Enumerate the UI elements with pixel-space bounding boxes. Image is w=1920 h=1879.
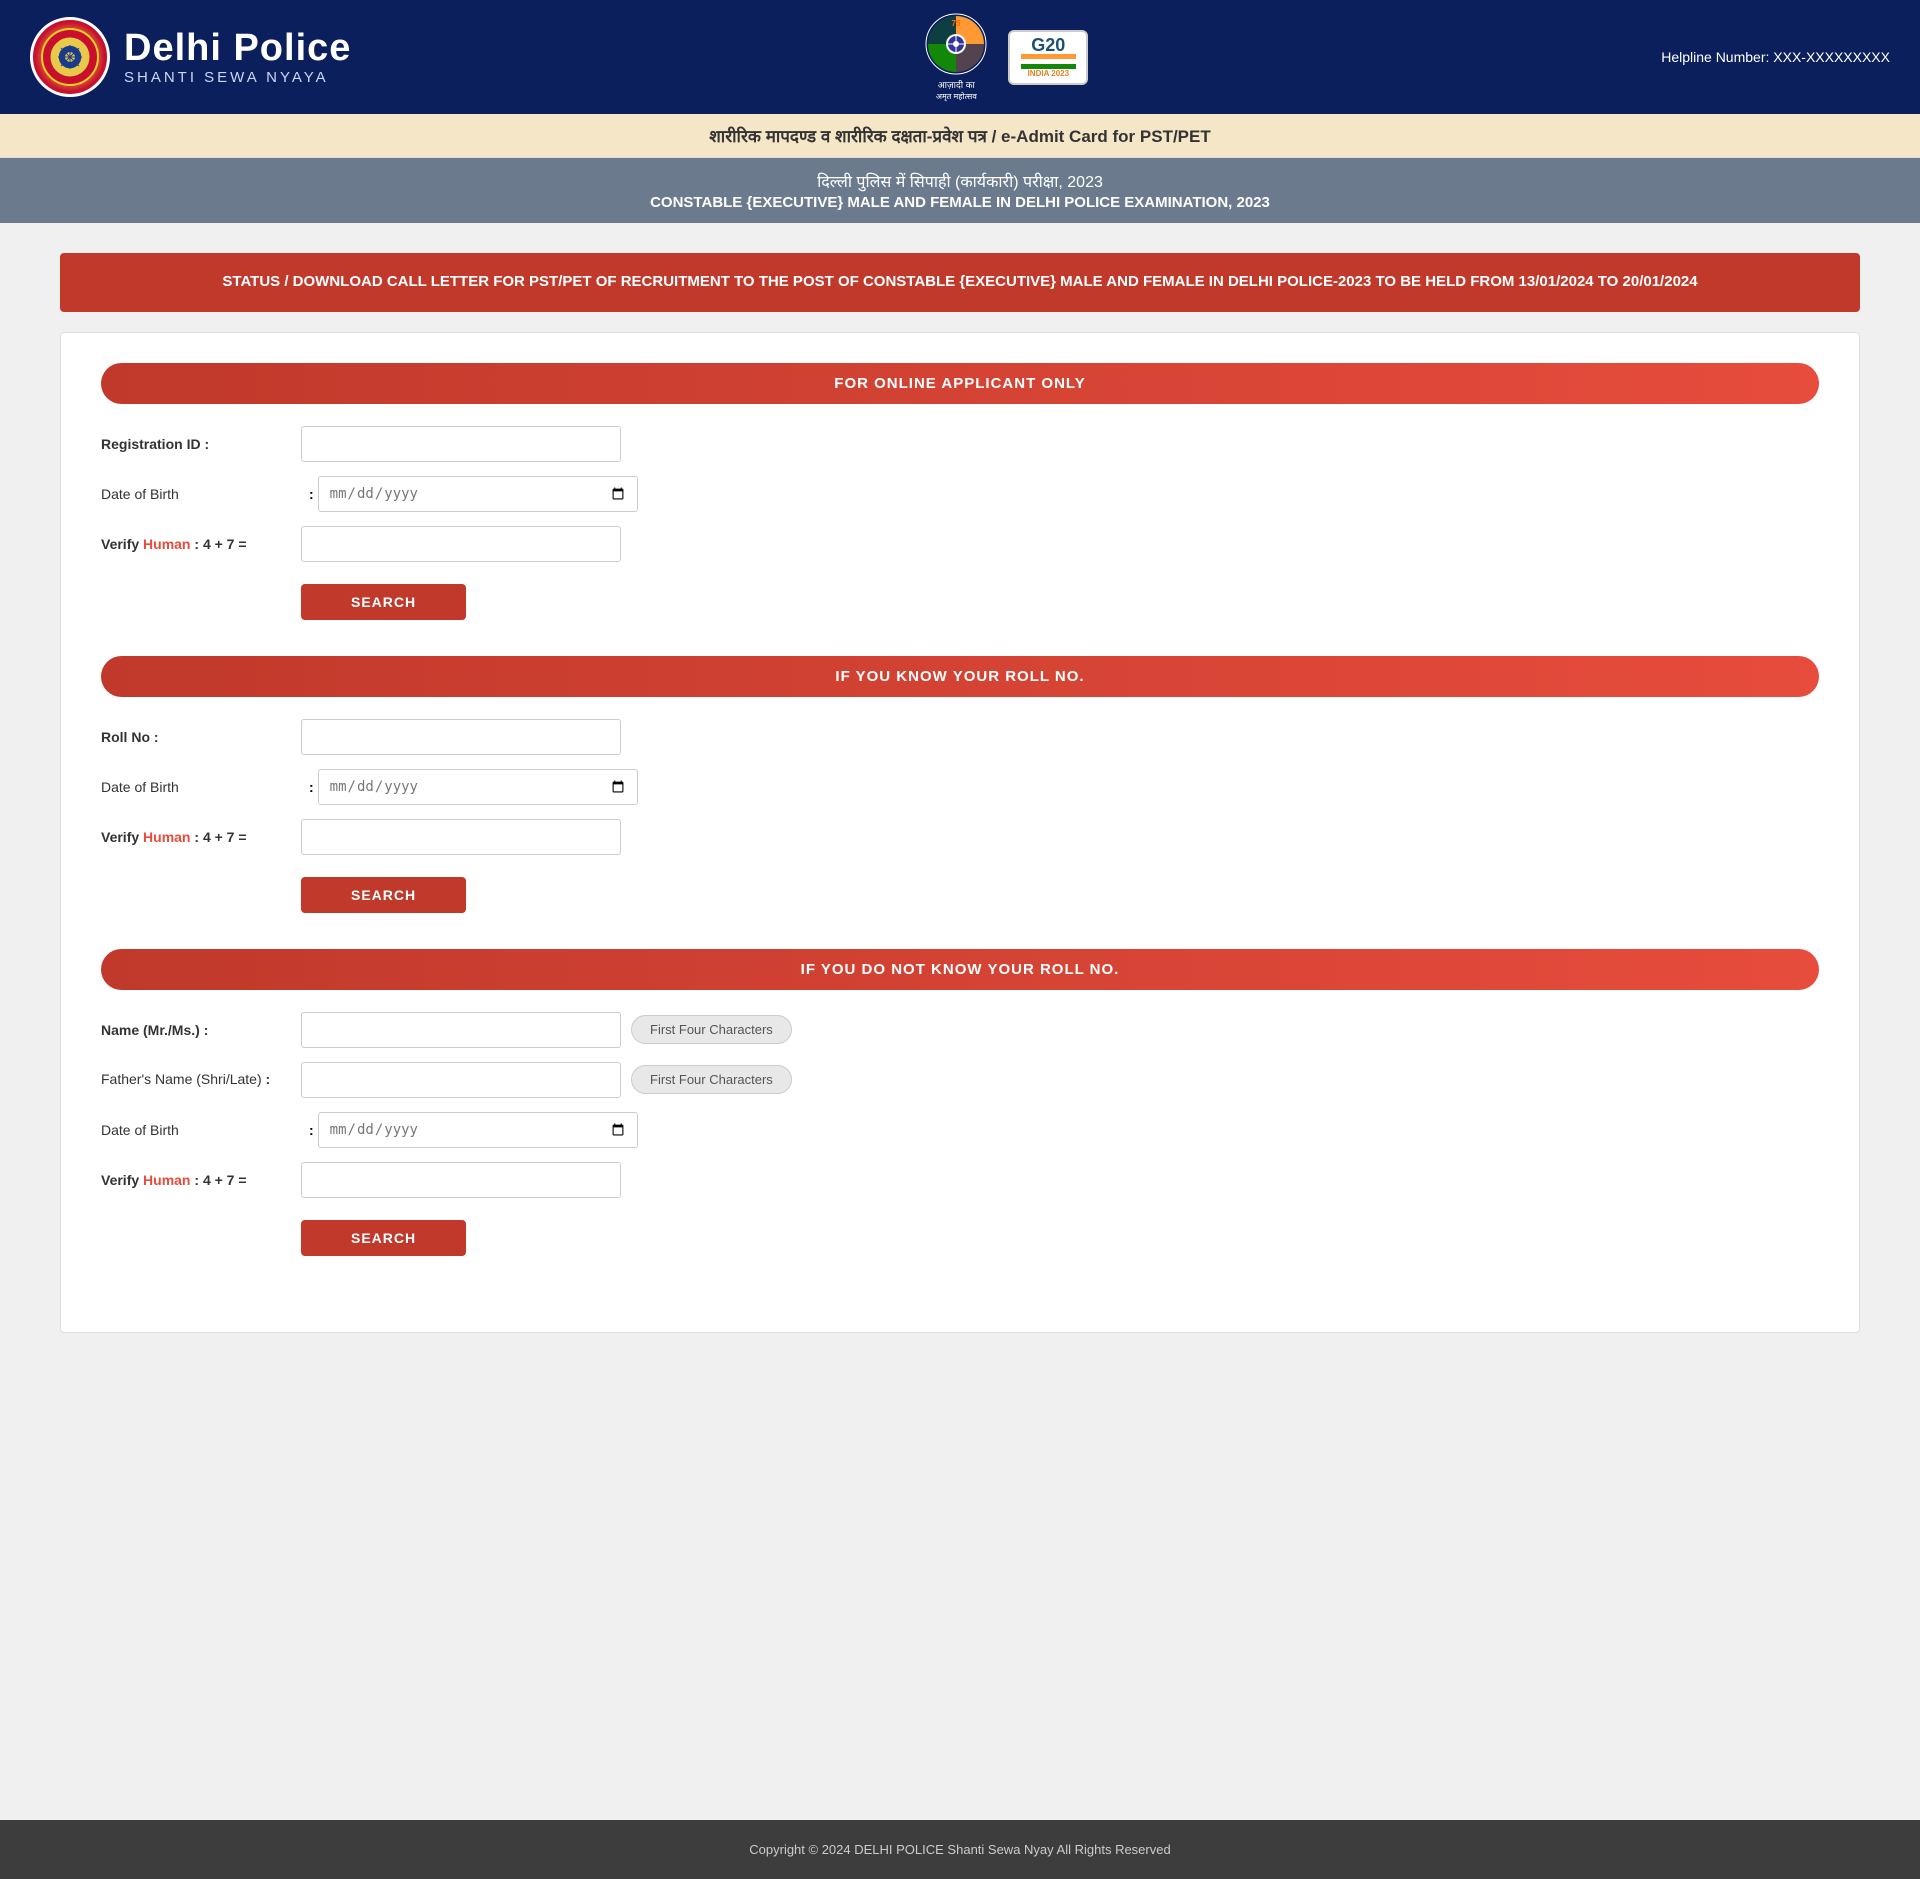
svg-text:75: 75 xyxy=(952,19,961,28)
alert-banner: STATUS / DOWNLOAD CALL LETTER FOR PST/PE… xyxy=(60,253,1860,312)
alert-text: STATUS / DOWNLOAD CALL LETTER FOR PST/PE… xyxy=(222,273,1697,290)
verify-human-group-3: Verify Human : 4 + 7 = xyxy=(101,1162,1819,1198)
registration-id-input[interactable] xyxy=(301,426,621,462)
g20-india-label: INDIA 2023 xyxy=(1028,69,1070,78)
dob-input-1[interactable] xyxy=(318,476,638,512)
search-button-3[interactable]: SEARCH xyxy=(301,1220,466,1256)
dob-label-1: Date of Birth xyxy=(101,486,301,502)
search-btn-wrapper-3: SEARCH xyxy=(101,1212,1819,1256)
verify-human-label-2: Verify Human : 4 + 7 = xyxy=(101,829,301,845)
dob-label-3: Date of Birth xyxy=(101,1122,301,1138)
verify-human-group-1: Verify Human : 4 + 7 = xyxy=(101,526,1819,562)
main-content: STATUS / DOWNLOAD CALL LETTER FOR PST/PE… xyxy=(0,223,1920,1820)
fathers-name-input[interactable] xyxy=(301,1062,621,1098)
roll-no-label: Roll No : xyxy=(101,729,301,745)
first-four-button-father[interactable]: First Four Characters xyxy=(631,1065,792,1094)
search-btn-wrapper-2: SEARCH xyxy=(101,869,1819,913)
name-group: Name (Mr./Ms.) : First Four Characters xyxy=(101,1012,1819,1048)
header-center-badges: 75 आज़ादी का अमृत महोत्सव G20 INDIA 2023 xyxy=(924,12,1088,102)
verify-input-3[interactable] xyxy=(301,1162,621,1198)
search-button-1[interactable]: SEARCH xyxy=(301,584,466,620)
registration-id-group: Registration ID : xyxy=(101,426,1819,462)
section-roll-no: IF YOU KNOW YOUR ROLL NO. Roll No : Date… xyxy=(101,656,1819,913)
delhi-police-logo xyxy=(30,17,110,97)
dob-group-1: Date of Birth : xyxy=(101,476,1819,512)
fathers-name-input-wrapper: First Four Characters xyxy=(301,1062,792,1098)
exam-title-english: CONSTABLE {EXECUTIVE} MALE AND FEMALE IN… xyxy=(20,194,1900,211)
dob-group-2: Date of Birth : xyxy=(101,769,1819,805)
verify-human-label-3: Verify Human : 4 + 7 = xyxy=(101,1172,301,1188)
search-btn-wrapper-1: SEARCH xyxy=(101,576,1819,620)
logo-emblem xyxy=(35,22,105,92)
dob-input-3[interactable] xyxy=(318,1112,638,1148)
helpline-text: Helpline Number: XXX-XXXXXXXXX xyxy=(1661,49,1890,65)
fathers-name-label: Father's Name (Shri/Late) : xyxy=(101,1070,301,1088)
footer-text: Copyright © 2024 DELHI POLICE Shanti Sew… xyxy=(749,1842,1170,1857)
registration-id-label: Registration ID : xyxy=(101,436,301,452)
azadi-line2: अमृत महोत्सव xyxy=(936,91,977,102)
roll-no-input[interactable] xyxy=(301,719,621,755)
header-title-block: Delhi Police SHANTI SEWA NYAYA xyxy=(124,28,351,87)
name-input-wrapper: First Four Characters xyxy=(301,1012,792,1048)
roll-no-group: Roll No : xyxy=(101,719,1819,755)
verify-input-1[interactable] xyxy=(301,526,621,562)
org-name: Delhi Police xyxy=(124,28,351,70)
dob-input-2[interactable] xyxy=(318,769,638,805)
section2-header: IF YOU KNOW YOUR ROLL NO. xyxy=(101,656,1819,697)
azadi-icon: 75 xyxy=(924,12,988,76)
dob-label-2: Date of Birth xyxy=(101,779,301,795)
section-no-roll-no: IF YOU DO NOT KNOW YOUR ROLL NO. Name (M… xyxy=(101,949,1819,1256)
form-card: FOR ONLINE APPLICANT ONLY Registration I… xyxy=(60,332,1860,1333)
exam-title-hindi: दिल्ली पुलिस में सिपाही (कार्यकारी) परीक… xyxy=(20,170,1900,192)
dob-group-3: Date of Birth : xyxy=(101,1112,1819,1148)
helpline-info: Helpline Number: XXX-XXXXXXXXX xyxy=(1661,49,1890,65)
name-input[interactable] xyxy=(301,1012,621,1048)
verify-human-group-2: Verify Human : 4 + 7 = xyxy=(101,819,1819,855)
page-header: Delhi Police SHANTI SEWA NYAYA xyxy=(0,0,1920,114)
page-footer: Copyright © 2024 DELHI POLICE Shanti Sew… xyxy=(0,1820,1920,1879)
search-button-2[interactable]: SEARCH xyxy=(301,877,466,913)
title-bar: दिल्ली पुलिस में सिपाही (कार्यकारी) परीक… xyxy=(0,158,1920,223)
g20-title: G20 xyxy=(1031,36,1065,54)
sub-header-banner: शारीरिक मापदण्ड व शारीरिक दक्षता-प्रवेश … xyxy=(0,114,1920,158)
section-online-applicant: FOR ONLINE APPLICANT ONLY Registration I… xyxy=(101,363,1819,620)
section3-header: IF YOU DO NOT KNOW YOUR ROLL NO. xyxy=(101,949,1819,990)
azadi-line1: आज़ादी का xyxy=(936,78,977,91)
g20-badge: G20 INDIA 2023 xyxy=(1008,30,1088,85)
verify-human-label-1: Verify Human : 4 + 7 = xyxy=(101,536,301,552)
verify-input-2[interactable] xyxy=(301,819,621,855)
name-label: Name (Mr./Ms.) : xyxy=(101,1022,301,1038)
sub-header-text: शारीरिक मापदण्ड व शारीरिक दक्षता-प्रवेश … xyxy=(709,127,1211,146)
header-left: Delhi Police SHANTI SEWA NYAYA xyxy=(30,17,351,97)
org-tagline: SHANTI SEWA NYAYA xyxy=(124,69,351,86)
fathers-name-group: Father's Name (Shri/Late) : First Four C… xyxy=(101,1062,1819,1098)
g20-flag-icon xyxy=(1021,54,1076,69)
azadi-badge: 75 आज़ादी का अमृत महोत्सव xyxy=(924,12,988,102)
first-four-button-name[interactable]: First Four Characters xyxy=(631,1015,792,1044)
section1-header: FOR ONLINE APPLICANT ONLY xyxy=(101,363,1819,404)
